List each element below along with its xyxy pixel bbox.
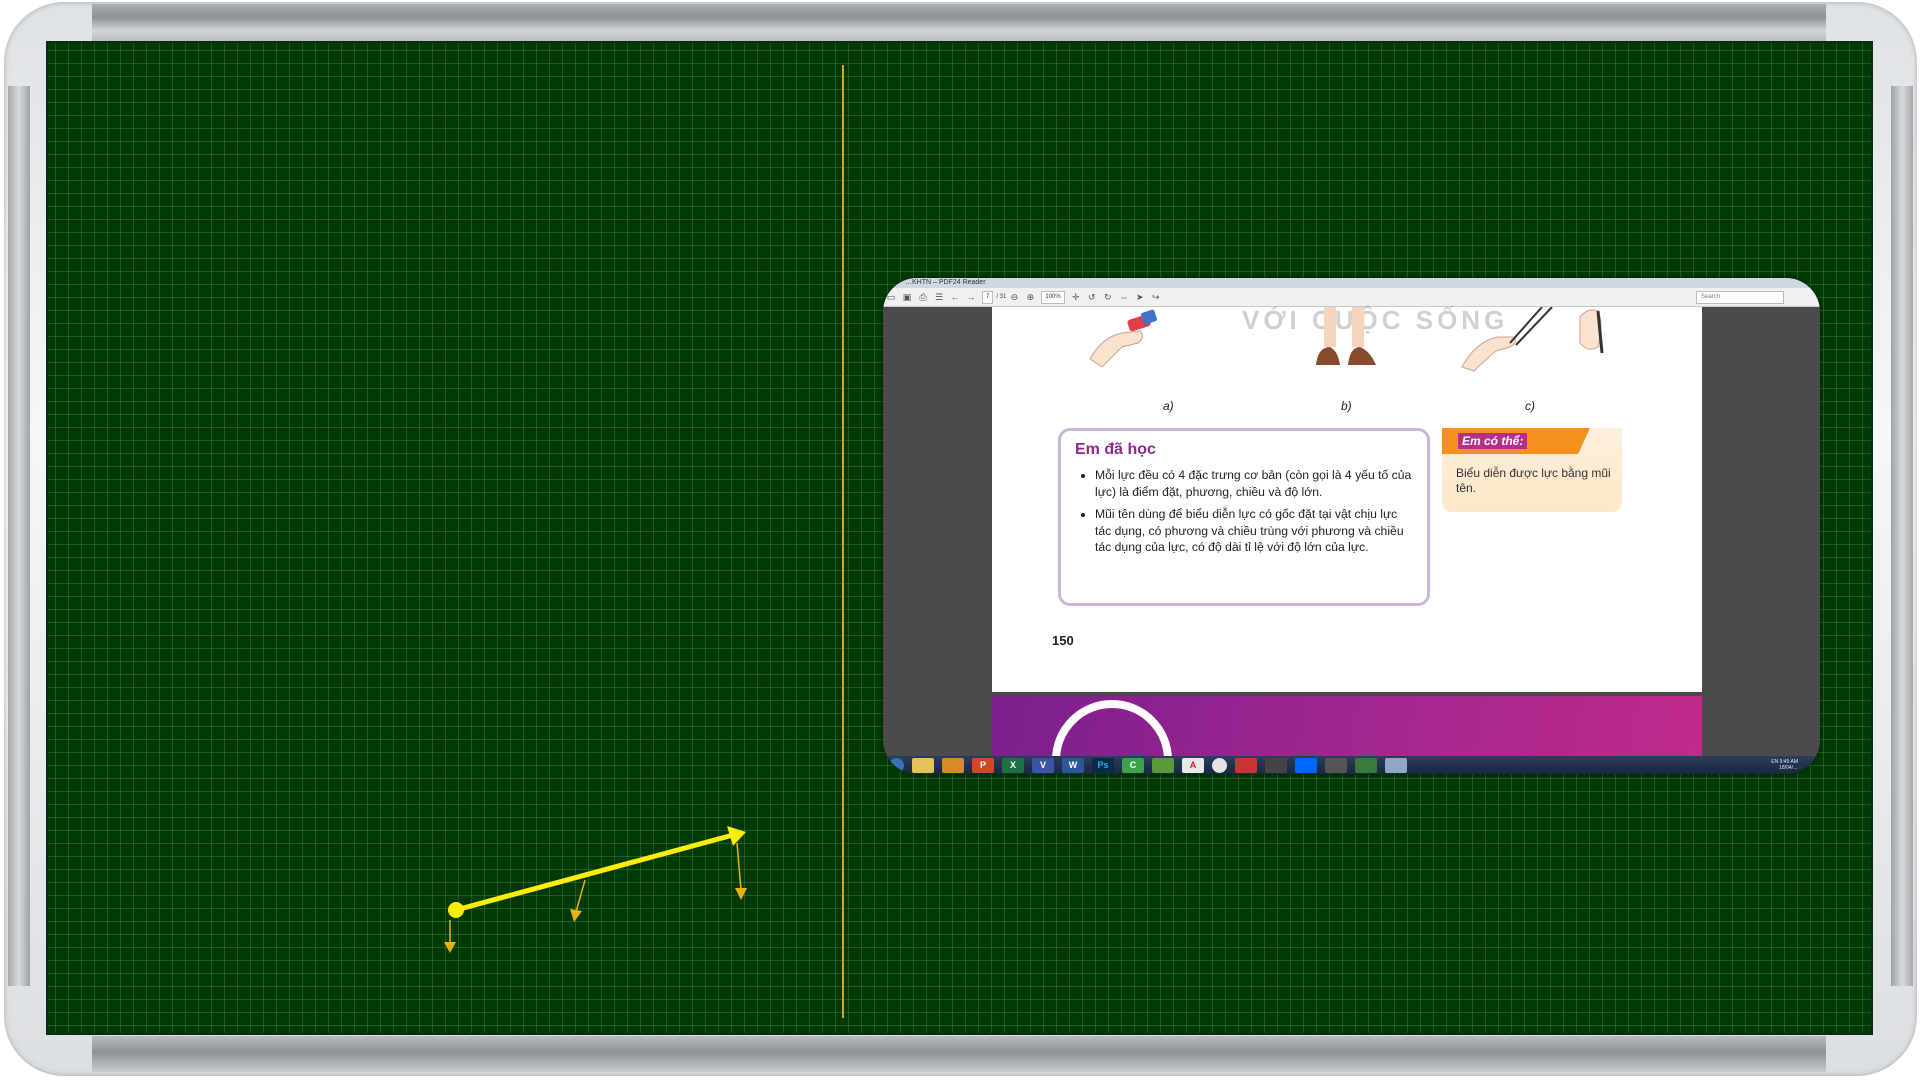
- learned-list: Mỗi lực đều có 4 đặc trưng cơ bản (còn g…: [1075, 467, 1413, 556]
- search-input[interactable]: Search: [1696, 291, 1784, 304]
- word-icon[interactable]: W: [1062, 757, 1084, 773]
- zalo-icon[interactable]: [1295, 757, 1317, 773]
- learned-box: Em đã học Mỗi lực đều có 4 đặc trưng cơ …: [1058, 428, 1430, 606]
- start-button[interactable]: [889, 757, 904, 773]
- can-do-title: Em có thể:: [1458, 433, 1528, 449]
- clock-date: 18/04/…: [1779, 765, 1798, 771]
- list-icon[interactable]: ☰: [931, 292, 947, 303]
- share-icon[interactable]: ↪: [1148, 292, 1164, 303]
- learned-bullet-2: Mũi tên dùng để biểu diễn lực có gốc đặt…: [1095, 506, 1413, 556]
- cursor-icon[interactable]: ➤: [1132, 292, 1148, 303]
- app2-icon[interactable]: [1235, 757, 1257, 773]
- media-icon[interactable]: [942, 757, 964, 773]
- page-number: 150: [1052, 633, 1074, 648]
- figure-c-hands-rope: [1461, 307, 1604, 372]
- figure-label-c: c): [1525, 399, 1535, 413]
- add-icon[interactable]: ✛: [1068, 292, 1084, 303]
- language-indicator[interactable]: EN: [1771, 759, 1778, 765]
- visio-icon[interactable]: V: [1032, 757, 1054, 773]
- window-title: …KHTN – PDF24 Reader: [883, 278, 1820, 288]
- figure-label-b: b): [1341, 399, 1352, 413]
- small-arrow-1-head: [444, 942, 456, 953]
- figure-label-a: a): [1163, 399, 1174, 413]
- pdf-reader-screenshot[interactable]: …KHTN – PDF24 Reader ▭ ▣ ⎙ ☰ ← → 7 / 31 …: [883, 278, 1820, 774]
- figure-b-legs-shoes: [1316, 307, 1376, 365]
- can-do-tag: Em có thể:: [1442, 428, 1590, 454]
- rotate-right-icon[interactable]: ↻: [1100, 292, 1116, 303]
- photoshop-icon[interactable]: Ps: [1092, 757, 1114, 773]
- small-arrow-2-head: [570, 909, 582, 922]
- next-page-icon[interactable]: →: [963, 292, 979, 302]
- system-tray: EN 9:45 AM 18/04/…: [1771, 759, 1798, 771]
- small-arrow-2-line: [575, 879, 586, 913]
- powerpoint-icon[interactable]: P: [972, 757, 994, 773]
- page-number-input[interactable]: 7: [982, 290, 994, 304]
- figure-a-hand-eraser: [1089, 309, 1157, 368]
- app-icon[interactable]: [1152, 757, 1174, 773]
- paint-icon[interactable]: [1385, 757, 1407, 773]
- camtasia-icon[interactable]: C: [1122, 757, 1144, 773]
- chrome-icon[interactable]: [1212, 757, 1227, 773]
- page-total: / 31: [996, 294, 1007, 300]
- open-icon[interactable]: ▭: [883, 292, 899, 303]
- zoom-select[interactable]: 100%: [1041, 290, 1065, 304]
- app4-icon[interactable]: [1325, 757, 1347, 773]
- acrobat-icon[interactable]: A: [1182, 757, 1204, 773]
- force-origin-point[interactable]: [448, 902, 464, 918]
- pdf-page: VỚI CUỘC SỐNG a) b) c) Em đã học • Mỗi l…: [992, 305, 1702, 692]
- small-arrow-3-head: [735, 888, 747, 900]
- learned-bullet-1: Mỗi lực đều có 4 đặc trưng cơ bản (còn g…: [1095, 467, 1413, 500]
- fit-width-icon[interactable]: ⇔: [1116, 292, 1132, 302]
- windows-taskbar: P X V W Ps C A EN 9:45 AM 18/04/…: [883, 756, 1820, 774]
- zoom-in-icon[interactable]: ⊕: [1022, 292, 1038, 303]
- prev-page-icon[interactable]: ←: [947, 292, 963, 302]
- folder-icon[interactable]: [912, 757, 934, 773]
- can-do-text: Biểu diễn được lực bằng mũi tên.: [1456, 466, 1611, 495]
- app3-icon[interactable]: [1265, 757, 1287, 773]
- print-icon[interactable]: ⎙: [915, 292, 931, 303]
- force-vector-line[interactable]: [453, 832, 736, 913]
- rotate-left-icon[interactable]: ↺: [1084, 292, 1100, 303]
- excel-icon[interactable]: X: [1002, 757, 1024, 773]
- zoom-out-icon[interactable]: ⊖: [1006, 292, 1022, 303]
- can-do-box: Em có thể: Biểu diễn được lực bằng mũi t…: [1442, 428, 1622, 512]
- learned-title: Em đã học: [1075, 441, 1156, 458]
- small-arrow-3-line: [736, 842, 742, 891]
- app5-icon[interactable]: [1355, 757, 1377, 773]
- save-icon[interactable]: ▣: [899, 292, 915, 303]
